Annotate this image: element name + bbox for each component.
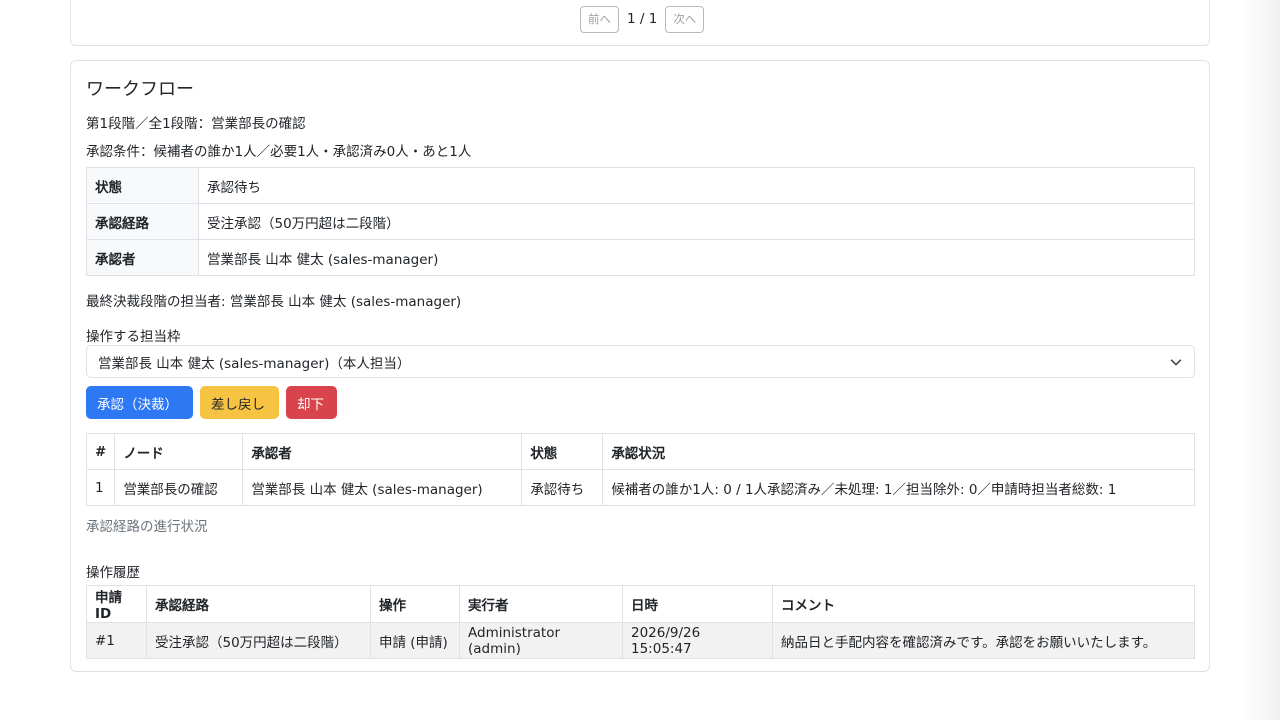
prev-page-button[interactable]: 前へ	[580, 5, 619, 33]
column-header: 実行者	[459, 585, 623, 623]
pager-card: 前へ 1 / 1 次へ	[70, 0, 1210, 46]
chevron-down-icon	[1170, 359, 1182, 366]
table-row: 承認者 営業部長 山本 健太 (sales-manager)	[86, 239, 1195, 276]
table-row: 状態 承認待ち	[86, 167, 1195, 204]
table-row: 1 営業部長の確認 営業部長 山本 健太 (sales-manager) 承認待…	[85, 469, 1195, 506]
table-header-row: # ノード 承認者 状態 承認状況	[85, 433, 1195, 470]
stage-text: 第1段階／全1段階：営業部長の確認	[86, 116, 306, 132]
column-header: コメント	[772, 585, 1195, 623]
table-header-row: 申請ID 承認経路 操作 実行者 日時 コメント	[86, 585, 1195, 623]
approver-value: 営業部長 山本 健太 (sales-manager)	[198, 239, 1195, 276]
table-cell: 承認待ち	[521, 469, 604, 506]
table-row: #1 受注承認（50万円超は二段階） 申請 (申請) Administrator…	[86, 622, 1195, 659]
table-cell: 営業部長 山本 健太 (sales-manager)	[242, 469, 523, 506]
column-header: 承認状況	[602, 433, 1195, 470]
table-cell: Administrator (admin)	[459, 622, 623, 659]
column-header: 承認者	[242, 433, 523, 470]
status-table: 状態 承認待ち 承認経路 受注承認（50万円超は二段階） 承認者 営業部長 山本…	[86, 167, 1195, 276]
table-cell: #1	[86, 622, 147, 659]
scrollbar-track	[1240, 0, 1280, 720]
route-value: 受注承認（50万円超は二段階）	[198, 203, 1195, 240]
nodes-caption: 承認経路の進行状況	[86, 519, 208, 535]
status-label: 状態	[86, 167, 199, 204]
table-cell: 納品日と手配内容を確認済みです。承認をお願いいたします。	[772, 622, 1195, 659]
reject-button[interactable]: 却下	[286, 386, 337, 419]
column-header: 状態	[521, 433, 604, 470]
route-label: 承認経路	[86, 203, 199, 240]
page-indicator: 1 / 1	[627, 11, 658, 27]
status-value: 承認待ち	[198, 167, 1195, 204]
assignee-select-value: 営業部長 山本 健太 (sales-manager)（本人担当）	[98, 355, 411, 372]
table-row: 承認経路 受注承認（50万円超は二段階）	[86, 203, 1195, 240]
column-header: 承認経路	[146, 585, 371, 623]
column-header: 操作	[370, 585, 460, 623]
column-header: 日時	[622, 585, 773, 623]
table-cell: 受注承認（50万円超は二段階）	[146, 622, 371, 659]
assignee-select[interactable]: 営業部長 山本 健太 (sales-manager)（本人担当）	[86, 345, 1195, 378]
column-header: 申請ID	[86, 585, 147, 623]
assignee-select-label: 操作する担当枠	[86, 329, 181, 345]
table-cell: 候補者の誰か1人: 0 / 1人承認済み／未処理: 1／担当除外: 0／申請時担…	[602, 469, 1195, 506]
approve-button[interactable]: 承認（決裁）	[86, 386, 193, 419]
column-header: #	[85, 433, 116, 470]
condition-text: 承認条件：候補者の誰か1人／必要1人・承認済み0人・あと1人	[86, 144, 472, 160]
action-buttons: 承認（決裁） 差し戻し 却下	[86, 386, 337, 419]
return-button[interactable]: 差し戻し	[200, 386, 279, 419]
table-cell: 申請 (申請)	[370, 622, 460, 659]
approver-label: 承認者	[86, 239, 199, 276]
next-page-button[interactable]: 次へ	[665, 5, 705, 33]
table-cell: 2026/9/26 15:05:47	[622, 622, 773, 659]
workflow-title: ワークフロー	[86, 79, 194, 100]
table-cell: 1	[85, 469, 116, 506]
history-label: 操作履歴	[86, 565, 140, 581]
final-assignee-text: 最終決裁段階の担当者: 営業部長 山本 健太 (sales-manager)	[86, 294, 462, 310]
pager: 前へ 1 / 1 次へ	[580, 5, 705, 33]
workflow-card: ワークフロー 第1段階／全1段階：営業部長の確認 承認条件：候補者の誰か1人／必…	[70, 60, 1210, 672]
nodes-table: # ノード 承認者 状態 承認状況 1 営業部長の確認 営業部長 山本 健太 (…	[85, 433, 1195, 506]
column-header: ノード	[114, 433, 244, 470]
history-table: 申請ID 承認経路 操作 実行者 日時 コメント #1 受注承認（50万円超は二…	[86, 585, 1195, 659]
table-cell: 営業部長の確認	[114, 469, 244, 506]
